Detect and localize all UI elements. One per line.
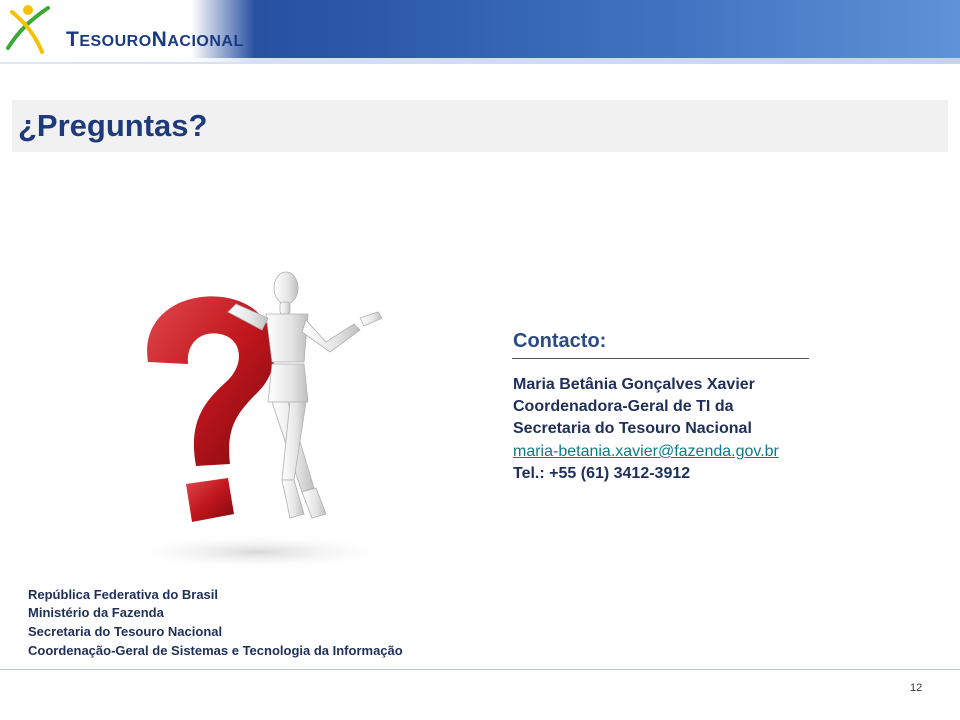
contact-heading: Contacto: (513, 330, 607, 352)
footer-line-secretariat: Secretaria do Tesouro Nacional (28, 624, 223, 639)
footer-line-coordination: Coordenação-Geral de Sistemas e Tecnolog… (28, 643, 403, 658)
footer-line-republic: República Federativa do Brasil (28, 587, 219, 602)
contact-divider (512, 358, 809, 359)
brand-rest2: ACIONAL (167, 33, 244, 50)
contact-phone: Tel.: +55 (61) 3412-3912 (513, 465, 691, 482)
brand-mid: N (151, 28, 168, 51)
contact-email-link[interactable]: maria-betania.xavier@fazenda.gov.br (513, 443, 779, 460)
contact-role: Coordenadora-Geral de TI da (513, 398, 734, 415)
brand-rest1: ESOURO (79, 33, 152, 50)
contact-name: Maria Betânia Gonçalves Xavier (513, 376, 755, 393)
question-figure-illustration (118, 271, 398, 570)
brand-prefix: T (66, 28, 80, 51)
bottom-divider (0, 669, 960, 670)
footer-line-ministry: Ministério da Fazenda (28, 605, 164, 620)
brand-name: TESOURONACIONAL (66, 28, 244, 52)
page-number: 12 (910, 682, 923, 694)
slide-title: ¿Preguntas? (18, 108, 208, 143)
contact-organization: Secretaria do Tesouro Nacional (513, 420, 752, 437)
tesouro-logo-icon (6, 5, 50, 54)
contact-email-line: maria-betania.xavier@fazenda.gov.br (513, 443, 779, 461)
